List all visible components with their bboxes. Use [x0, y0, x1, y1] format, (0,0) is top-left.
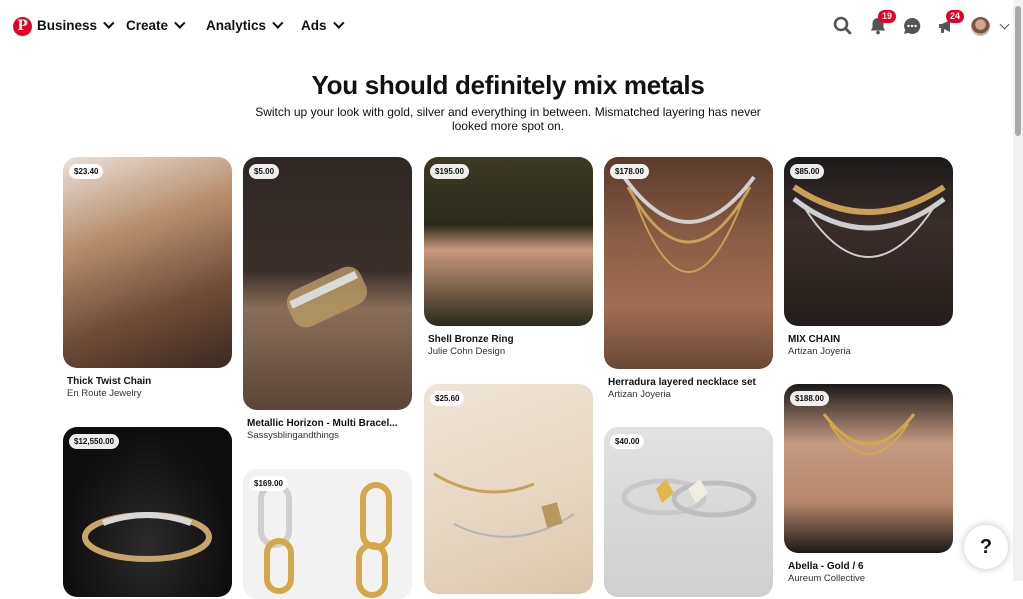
price-badge: $25.60 — [430, 391, 465, 406]
pin-card[interactable]: $25.60 — [424, 384, 593, 594]
ads-menu-label: Ads — [301, 18, 327, 33]
pin-title: Herradura layered necklace set — [608, 377, 756, 388]
pin-card[interactable]: $5.00 Metallic Horizon - Multi Bracel...… — [243, 157, 412, 441]
price-badge: $195.00 — [430, 164, 469, 179]
pin-source: Julie Cohn Design — [428, 346, 506, 357]
search-icon[interactable] — [831, 14, 855, 38]
updates-button[interactable]: 24 — [934, 10, 964, 38]
top-nav: P Business Create Analytics Ads 19 24 — [0, 0, 1023, 52]
pin-card[interactable]: $12,550.00 — [63, 427, 232, 597]
pin-image: $25.60 — [424, 384, 593, 594]
pin-title: Metallic Horizon - Multi Bracel... — [247, 418, 398, 429]
pin-title: Thick Twist Chain — [67, 376, 152, 387]
pin-card[interactable]: $85.00 MIX CHAIN Artizan Joyeria — [784, 157, 953, 357]
business-menu-label: Business — [37, 18, 98, 33]
pin-image: $195.00 — [424, 157, 593, 326]
updates-badge: 24 — [945, 10, 964, 23]
analytics-menu-label: Analytics — [206, 18, 267, 33]
messages-icon[interactable] — [900, 14, 924, 38]
create-menu[interactable]: Create — [126, 17, 186, 33]
pin-image: $5.00 — [243, 157, 412, 410]
price-badge: $40.00 — [610, 434, 645, 449]
pin-title: Abella - Gold / 6 — [788, 561, 864, 572]
price-badge: $169.00 — [249, 476, 288, 491]
pin-image: $40.00 — [604, 427, 773, 597]
layered-necklace-illustration — [622, 175, 756, 273]
pin-source: Artizan Joyeria — [608, 389, 671, 400]
bracelets-illustration — [286, 266, 368, 328]
chain-necklace-illustration — [792, 184, 946, 258]
price-badge: $5.00 — [249, 164, 280, 179]
analytics-menu[interactable]: Analytics — [206, 17, 284, 33]
help-button[interactable]: ? — [964, 525, 1008, 569]
pin-image: $178.00 — [604, 157, 773, 369]
pin-title: MIX CHAIN — [788, 334, 841, 345]
pin-image: $85.00 — [784, 157, 953, 326]
pin-source: Artizan Joyeria — [788, 346, 851, 357]
chevron-down-icon — [103, 17, 115, 29]
rings-illustration — [621, 478, 757, 518]
page-title: You should definitely mix metals — [311, 70, 705, 100]
pin-card[interactable]: $178.00 Herradura layered necklace set A… — [604, 157, 773, 400]
chevron-down-icon — [332, 17, 345, 29]
gold-necklace-illustration — [822, 413, 916, 455]
notifications-button[interactable]: 19 — [866, 10, 896, 38]
pinterest-logo-icon[interactable]: P — [13, 17, 32, 36]
account-chevron-down-icon[interactable] — [999, 19, 1010, 30]
page-subtitle: Switch up your look with gold, silver an… — [255, 105, 761, 133]
ads-menu[interactable]: Ads — [301, 17, 345, 33]
price-badge: $85.00 — [790, 164, 825, 179]
notifications-badge: 19 — [877, 10, 896, 23]
pin-card[interactable]: $23.40 Thick Twist Chain En Route Jewelr… — [63, 157, 232, 399]
pin-source: Sassysblingandthings — [247, 430, 339, 441]
pin-image: $23.40 — [63, 157, 232, 368]
price-badge: $188.00 — [790, 391, 829, 406]
price-badge: $12,550.00 — [69, 434, 120, 449]
pin-card[interactable]: $195.00 Shell Bronze Ring Julie Cohn Des… — [424, 157, 593, 357]
avatar[interactable] — [971, 17, 990, 36]
pin-card[interactable]: $188.00 Abella - Gold / 6 Aureum Collect… — [784, 384, 953, 584]
pin-source: En Route Jewelry — [67, 388, 142, 399]
chevron-down-icon — [174, 17, 186, 29]
pin-title: Shell Bronze Ring — [428, 334, 514, 345]
pin-image: $188.00 — [784, 384, 953, 553]
chevron-down-icon — [272, 17, 284, 29]
necklaces-illustration — [433, 472, 575, 538]
price-badge: $178.00 — [610, 164, 649, 179]
create-menu-label: Create — [126, 18, 169, 33]
pin-card[interactable]: $169.00 — [243, 469, 412, 599]
business-menu[interactable]: Business — [37, 17, 115, 33]
pin-card[interactable]: $40.00 — [604, 427, 773, 597]
pin-image: $169.00 — [243, 469, 412, 599]
pin-image: $12,550.00 — [63, 427, 232, 597]
price-badge: $23.40 — [69, 164, 104, 179]
bracelet-illustration — [82, 512, 212, 562]
pin-source: Aureum Collective — [788, 573, 866, 584]
